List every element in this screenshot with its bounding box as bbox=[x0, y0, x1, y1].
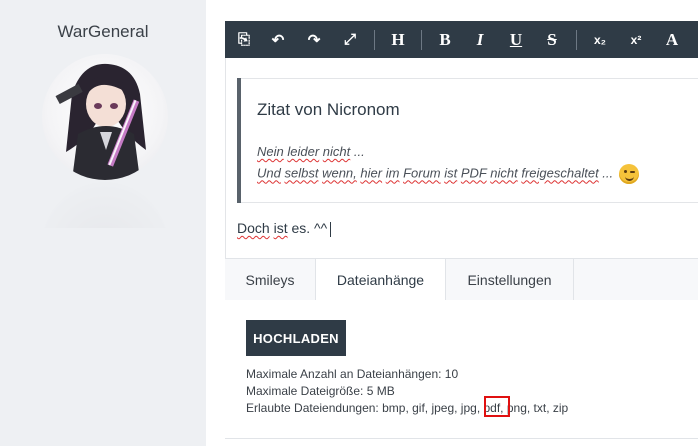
wink-emoji-icon bbox=[619, 164, 640, 184]
toolbar-divider bbox=[374, 30, 375, 50]
quote-block: Zitat von Nicronom Nein leider nicht ...… bbox=[237, 78, 698, 203]
avatar[interactable] bbox=[42, 54, 168, 180]
attachments-panel: HOCHLADEN Maximale Anzahl an Dateianhäng… bbox=[225, 300, 698, 439]
text-cursor bbox=[330, 221, 332, 237]
underline-icon[interactable]: U bbox=[502, 21, 530, 58]
italic-icon[interactable]: I bbox=[466, 21, 494, 58]
upload-button[interactable]: HOCHLADEN bbox=[246, 320, 346, 356]
tab-dateianhaenge[interactable]: Dateianhänge bbox=[315, 259, 446, 301]
tab-einstellungen[interactable]: Einstellungen bbox=[446, 259, 574, 300]
allowed-extensions-info: Erlaubte Dateiendungen: bmp, gif, jpeg, … bbox=[246, 401, 569, 415]
bold-icon[interactable]: B bbox=[431, 21, 459, 58]
toolbar-divider bbox=[421, 30, 422, 50]
editor-content[interactable]: Zitat von Nicronom Nein leider nicht ...… bbox=[225, 58, 698, 258]
toolbar-divider bbox=[576, 30, 577, 50]
quote-title: Zitat von Nicronom bbox=[257, 100, 400, 119]
redo-icon[interactable]: ↷ bbox=[300, 21, 328, 58]
username[interactable]: WarGeneral bbox=[0, 22, 206, 42]
heading-icon[interactable]: H bbox=[384, 21, 412, 58]
editor-tabs: Smileys Dateianhänge Einstellungen bbox=[225, 258, 698, 301]
sidebar: WarGeneral bbox=[0, 0, 206, 446]
avatar-illustration bbox=[55, 63, 146, 180]
pdf-highlight-box bbox=[484, 396, 510, 417]
max-attachments-info: Maximale Anzahl an Dateianhängen: 10 bbox=[246, 367, 459, 381]
quote-line-1: Nein leider nicht ... bbox=[257, 144, 365, 159]
quote-line-2: Und selbst wenn, hier im Forum ist PDF n… bbox=[257, 164, 640, 184]
reply-text[interactable]: Doch ist es. ^^ bbox=[237, 220, 332, 237]
subscript-icon[interactable]: x₂ bbox=[586, 21, 614, 58]
undo-icon[interactable]: ↶ bbox=[264, 21, 292, 58]
max-filesize-info: Maximale Dateigröße: 5 MB bbox=[246, 384, 395, 398]
avatar-reflection bbox=[42, 182, 168, 228]
strikethrough-icon[interactable]: S bbox=[538, 21, 566, 58]
superscript-icon[interactable]: x² bbox=[622, 21, 650, 58]
font-color-icon[interactable]: A bbox=[658, 21, 686, 58]
source-code-icon[interactable]: ⎘ bbox=[230, 21, 258, 58]
editor-toolbar: ⎘ ↶ ↷ ⤢ H B I U S x₂ x² A bbox=[225, 21, 698, 58]
tab-smileys[interactable]: Smileys bbox=[225, 259, 316, 300]
fullscreen-icon[interactable]: ⤢ bbox=[336, 21, 364, 58]
editor-panel: ⎘ ↶ ↷ ⤢ H B I U S x₂ x² A Zitat von Nicr… bbox=[206, 0, 698, 446]
